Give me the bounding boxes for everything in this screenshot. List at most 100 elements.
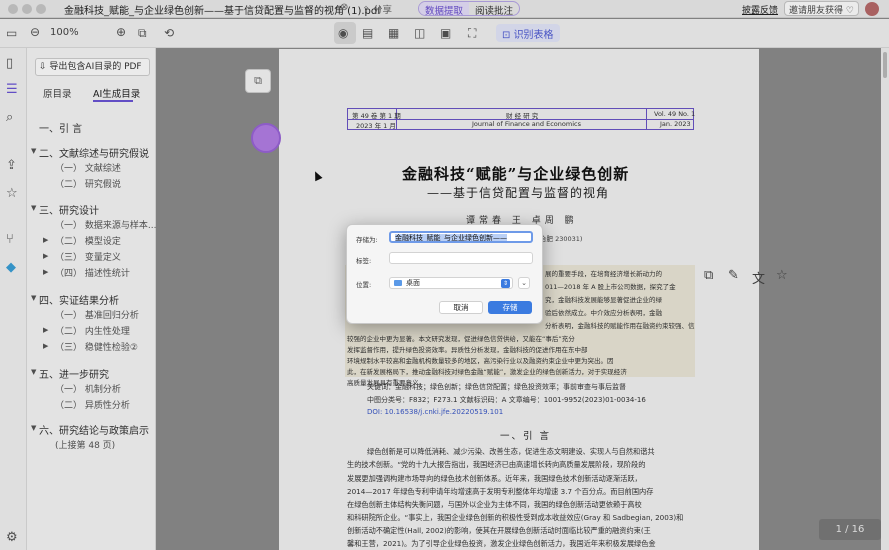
- tab-original-outline[interactable]: 原目录: [43, 86, 72, 100]
- ai-icon[interactable]: ◆: [6, 260, 16, 275]
- star-icon[interactable]: ☆: [6, 186, 18, 201]
- eye-icon[interactable]: ◉: [338, 26, 348, 40]
- rotate-icon[interactable]: ⟲: [164, 26, 174, 40]
- copy-page-icon[interactable]: ⧉: [245, 69, 271, 93]
- tab-ai-outline[interactable]: AI生成目录: [93, 86, 140, 100]
- chevron-down-icon: ⌄: [521, 279, 527, 287]
- page-indicator[interactable]: 1 / 16: [819, 519, 881, 540]
- outline-item[interactable]: 三、研究设计: [39, 202, 99, 217]
- abstract-line: 究，金融科技发展能够显著促进企业的绿: [545, 296, 662, 304]
- paper-title: 金融科技“赋能”与企业绿色创新: [402, 165, 630, 183]
- abstract-line: 011—2018 年 A 股上市公司数据，探究了金: [545, 283, 676, 291]
- star-icon[interactable]: ☆: [776, 268, 788, 283]
- chevron-right-icon[interactable]: ▶: [43, 268, 48, 276]
- outline-item[interactable]: （三） 稳健性检验②: [55, 340, 138, 353]
- settings-icon[interactable]: ⚙: [6, 530, 18, 545]
- keywords: 关键词：金融科技；绿色创新；绿色信贷配置；绿色投资效率；事前审查与事后监督: [367, 383, 626, 391]
- share-button[interactable]: ⇪ 分享: [362, 2, 392, 16]
- tags-field[interactable]: [389, 252, 533, 264]
- avatar[interactable]: [865, 2, 879, 16]
- title-bar: 金融科技_赋能_与企业绿色创新——基于信贷配置与监督的视角 (1).pdf ⊗ …: [0, 0, 889, 18]
- identify-table-button[interactable]: ⊡ 识别表格: [496, 24, 560, 42]
- section-title: 一、引 言: [500, 431, 552, 442]
- export-ai-outline-button[interactable]: ⇩ 导出包含AI目录的 PDF: [35, 58, 150, 76]
- outline-item[interactable]: （二） 研究假说: [55, 177, 121, 190]
- page-view-icon[interactable]: ⧉: [138, 26, 147, 41]
- location-select[interactable]: 桌面 ⇕: [389, 277, 513, 289]
- save-button[interactable]: 存储: [488, 301, 532, 314]
- header-date-en: Jan. 2023: [660, 120, 691, 128]
- extract-text-icon[interactable]: ▤: [362, 26, 373, 40]
- window-zoom-button[interactable]: [36, 4, 46, 14]
- outline-icon[interactable]: ☰: [6, 82, 18, 97]
- selection-tools: ⧉ ✎ 文 ☆: [696, 264, 800, 294]
- save-as-field[interactable]: 金融科技_赋能_与企业绿色创新——: [389, 231, 533, 243]
- classification: 中图分类号：F832；F273.1 文献标识码：A 文章编号：1001-9952…: [367, 396, 646, 404]
- outline-item[interactable]: （一） 文献综述: [55, 161, 121, 174]
- zoom-out-icon[interactable]: ⊖: [30, 25, 40, 39]
- select-area-icon[interactable]: ⛶: [468, 26, 476, 41]
- ocr-icon[interactable]: ▣: [440, 26, 451, 40]
- share-graph-icon[interactable]: ⑂: [6, 232, 14, 247]
- ai-assistant-bubble[interactable]: [251, 123, 281, 153]
- window-close-button[interactable]: [8, 4, 18, 14]
- chevron-down-icon[interactable]: ▼: [31, 424, 36, 432]
- outline-item[interactable]: （二） 内生性处理: [55, 324, 130, 337]
- outline-item[interactable]: 一、引 言: [39, 120, 82, 135]
- scrollbar-thumb[interactable]: [883, 52, 887, 78]
- outline-item[interactable]: 五、进一步研究: [39, 366, 109, 381]
- window-minimize-button[interactable]: [22, 4, 32, 14]
- copy-icon[interactable]: ⧉: [704, 268, 713, 283]
- abstract-line: 较强的企业中更为显著。本文研究发现，促进绿色信贷供给，又能在“事后”充分: [347, 335, 575, 343]
- document-tab-title[interactable]: 金融科技_赋能_与企业绿色创新——基于信贷配置与监督的视角 (1).pdf: [64, 2, 381, 17]
- toolbar: ▭ ⊖ 100% ⊕ ⧉ ⟲ ◉ ▤ ▦ ◫ ▣ ⛶ ⊡ 识别表格: [0, 19, 889, 48]
- tab-close-icon[interactable]: ⊗: [340, 2, 348, 13]
- tags-label: 标签:: [356, 257, 372, 265]
- zoom-in-icon[interactable]: ⊕: [116, 25, 126, 39]
- export-icon: ⇩: [39, 62, 50, 72]
- search-icon[interactable]: ⌕: [6, 110, 13, 125]
- translate-icon[interactable]: 文: [752, 268, 765, 287]
- chevron-right-icon[interactable]: ▶: [43, 236, 48, 244]
- outline-item[interactable]: （二） 模型设定: [55, 234, 121, 247]
- outline-item[interactable]: （一） 机制分析: [55, 382, 121, 395]
- chevron-right-icon[interactable]: ▶: [43, 326, 48, 334]
- outline-item[interactable]: （一） 基准回归分析: [55, 308, 139, 321]
- tab-read-annotate[interactable]: 阅读批注: [469, 2, 519, 15]
- body-line: 在绿色创新主体结构失衡问题，与国外以企业为主体不同，我国的绿色创新活动更依赖于高…: [347, 500, 642, 509]
- feedback-link[interactable]: 披露反馈: [742, 3, 778, 16]
- outline-item[interactable]: （三） 变量定义: [55, 250, 121, 263]
- tab-data-extract[interactable]: 数据提取: [419, 2, 470, 15]
- chevron-right-icon[interactable]: ▶: [43, 252, 48, 260]
- screenshot-icon[interactable]: ◫: [414, 26, 425, 40]
- extract-table-icon[interactable]: ▦: [388, 26, 399, 40]
- outline-item[interactable]: 六、研究结论与政策启示: [39, 422, 149, 437]
- scrollbar[interactable]: [881, 48, 889, 550]
- expand-dialog-button[interactable]: ⌄: [518, 277, 530, 289]
- folder-icon: [394, 280, 402, 286]
- outline-item[interactable]: (上接第 48 页): [55, 438, 115, 451]
- outline-item[interactable]: （一） 数据来源与样本...: [55, 218, 156, 231]
- chevron-right-icon[interactable]: ▶: [43, 342, 48, 350]
- outline-item[interactable]: （四） 描述性统计: [55, 266, 130, 279]
- header-journal-en: Journal of Finance and Economics: [472, 120, 581, 128]
- chevron-down-icon[interactable]: ▼: [31, 294, 36, 302]
- chevron-down-icon[interactable]: ▼: [31, 204, 36, 212]
- outline-item[interactable]: （二） 异质性分析: [55, 398, 130, 411]
- invite-friends-button[interactable]: 邀请朋友获得 ♡: [784, 1, 859, 16]
- upload-icon[interactable]: ⇪: [6, 158, 17, 173]
- highlight-pen-icon[interactable]: ✎: [728, 268, 739, 283]
- chevron-down-icon[interactable]: ▼: [31, 368, 36, 376]
- doi-link[interactable]: DOI: 10.16538/j.cnki.jfe.20220519.101: [367, 408, 503, 416]
- abstract-line: 分析表明，金融科技的赋能作用在融资约束较强、信息: [545, 322, 695, 330]
- document-icon[interactable]: ▯: [6, 56, 13, 71]
- folder-icon[interactable]: ▭: [6, 26, 17, 40]
- chevron-down-icon[interactable]: ▼: [31, 147, 36, 155]
- outline-item[interactable]: 二、文献综述与研究假说: [39, 145, 149, 160]
- body-line: 生的技术创新。“党的十九大报告指出，我国经济已由高速增长转向高质量发展阶段，现阶…: [347, 460, 646, 469]
- outline-item[interactable]: 四、实证结果分析: [39, 292, 119, 307]
- cancel-button[interactable]: 取消: [439, 301, 483, 314]
- zoom-level[interactable]: 100%: [50, 27, 79, 38]
- abstract-line: 环境规制水平较高和金融机构数量较多的地区，高污染行业以及融资约束企业中更为突出。…: [347, 357, 614, 365]
- abstract-line: 发挥监督作用，提升绿色投资效率。异质性分析发现，金融科技的促进作用在东中部: [347, 346, 588, 354]
